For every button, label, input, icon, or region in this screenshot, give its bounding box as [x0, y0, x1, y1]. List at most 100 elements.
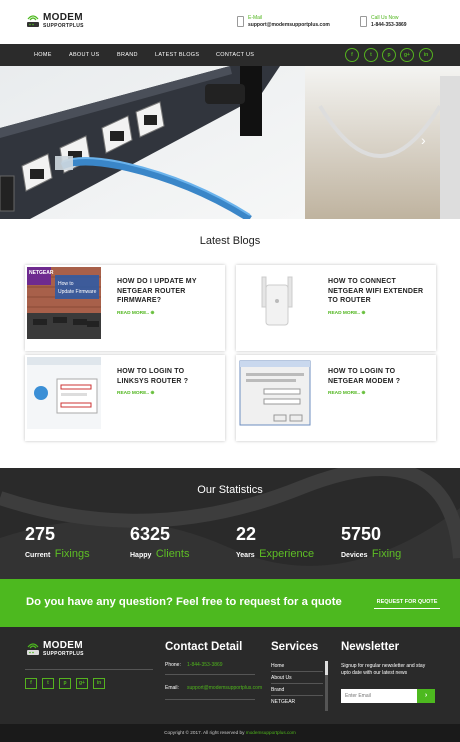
copyright-link[interactable]: modemsupportplus.com [246, 730, 296, 735]
nav-about-us[interactable]: ABOUT US [69, 52, 99, 58]
newsletter-submit-button[interactable]: › [417, 689, 435, 703]
google-plus-icon[interactable]: g+ [400, 48, 414, 62]
email-label: Email: [165, 685, 179, 691]
modem-logo-icon [27, 15, 39, 27]
header-phone[interactable]: Call Us Now 1-844-353-3869 [360, 15, 407, 29]
read-more-link[interactable]: READ MORE.. ⊕ [328, 391, 365, 396]
blog-card[interactable]: HOW TO LOGIN TO NETGEAR MODEM ? READ MOR… [236, 355, 436, 441]
svg-text:How to: How to [58, 281, 74, 287]
stat-years-experience: 22 Years Experience [236, 525, 314, 562]
stat-devices-fixing: 5750 Devices Fixing [341, 525, 401, 562]
footer-divider [271, 683, 323, 684]
blog-card[interactable]: HOW TO LOGIN TO LINKSYS ROUTER ? READ MO… [25, 355, 225, 441]
newsletter-title: Newsletter [341, 641, 400, 653]
stat-word: Years [236, 552, 255, 559]
nav-latest-blogs[interactable]: LATEST BLOGS [155, 52, 199, 58]
request-quote-button[interactable]: REQUEST FOR QUOTE [374, 596, 440, 609]
contact-detail-title: Contact Detail [165, 641, 243, 653]
stat-highlight: Fixings [54, 548, 90, 560]
service-link-netgear[interactable]: NETGEAR [271, 699, 295, 705]
stat-word: Current [25, 552, 51, 559]
stat-number: 6325 [130, 524, 171, 544]
stat-highlight: Clients [155, 548, 190, 560]
footer-email-link[interactable]: support@modemsupportplus.com [187, 685, 262, 691]
footer-divider [165, 674, 255, 675]
service-link-about-us[interactable]: About Us [271, 675, 292, 681]
stat-current-fixings: 275 Current Fixings [25, 525, 90, 562]
stat-highlight: Fixing [371, 548, 402, 560]
footer-divider [271, 671, 323, 672]
nav-contact-us[interactable]: CONTACT US [216, 52, 254, 58]
svg-text:Update Firmware: Update Firmware [58, 289, 97, 295]
stat-number: 22 [236, 524, 257, 544]
twitter-icon[interactable]: t [364, 48, 378, 62]
hero-slider[interactable]: › [0, 66, 460, 219]
linkedin-icon[interactable]: in [419, 48, 433, 62]
footer-google-plus-icon[interactable]: g+ [76, 678, 88, 689]
footer-logo-title: MODEM [43, 640, 83, 651]
footer-twitter-icon[interactable]: t [42, 678, 54, 689]
email-value: support@modemsupportplus.com [248, 22, 330, 28]
quote-banner: Do you have any question? Feel free to r… [0, 579, 460, 627]
blog-image-firmware: NETGEAR How to Update Firmware [27, 267, 101, 339]
blog-image-linksys [27, 357, 101, 429]
modem-logo-icon [27, 643, 39, 655]
services-scrollbar[interactable] [325, 661, 328, 711]
site-header: MODEM SUPPORTPLUS E-Mail support@modemsu… [0, 0, 460, 44]
newsletter-email-input[interactable] [341, 689, 417, 703]
statistics-section: Our Statistics 275 Current Fixings 6325 … [0, 468, 460, 579]
services-title: Services [271, 641, 319, 653]
service-link-brand[interactable]: Brand [271, 687, 284, 693]
logo-subtitle: SUPPORTPLUS [43, 23, 84, 29]
blog-title[interactable]: HOW DO I UPDATE MY NETGEAR ROUTER FIRMWA… [117, 277, 213, 306]
footer-phone-link[interactable]: 1-844-353-3869 [187, 662, 223, 668]
footer-divider [165, 699, 255, 700]
phone-icon [360, 16, 367, 27]
logo-title: MODEM [43, 12, 83, 23]
latest-blogs-title: Latest Blogs [199, 235, 261, 247]
stat-happy-clients: 6325 Happy Clients [130, 525, 189, 562]
site-footer: MODEM SUPPORTPLUS f t p g+ in Contact De… [0, 627, 460, 724]
blog-image-extender [238, 267, 312, 339]
blog-card[interactable]: HOW TO CONNECT NETGEAR WIFI EXTENDER TO … [236, 265, 436, 351]
header-email[interactable]: E-Mail support@modemsupportplus.com [237, 15, 330, 29]
statistics-title: Our Statistics [197, 484, 263, 496]
netgear-badge: NETGEAR [29, 270, 54, 276]
footer-logo[interactable]: MODEM SUPPORTPLUS [26, 641, 84, 657]
stat-number: 275 [25, 524, 56, 544]
quote-text: Do you have any question? Feel free to r… [26, 596, 342, 608]
footer-facebook-icon[interactable]: f [25, 678, 37, 689]
mail-icon [237, 16, 244, 27]
call-value: 1-844-353-3869 [371, 22, 407, 28]
copyright-text: Copyright © 2017. All right reserved by [164, 730, 245, 735]
footer-logo-subtitle: SUPPORTPLUS [43, 651, 84, 657]
stat-word: Happy [130, 552, 152, 559]
stat-number: 5750 [341, 524, 382, 544]
site-logo[interactable]: MODEM SUPPORTPLUS [26, 13, 84, 29]
nav-brand[interactable]: BRAND [117, 52, 138, 58]
service-link-home[interactable]: Home [271, 663, 284, 669]
main-nav: HOME ABOUT US BRAND LATEST BLOGS CONTACT… [0, 44, 460, 66]
read-more-link[interactable]: READ MORE.. ⊕ [117, 311, 154, 316]
newsletter-description: Signup for regular newsletter and stay u… [341, 663, 426, 676]
pinterest-icon[interactable]: p [382, 48, 396, 62]
stat-highlight: Experience [259, 548, 315, 560]
footer-divider [271, 695, 323, 696]
read-more-link[interactable]: READ MORE.. ⊕ [117, 391, 154, 396]
blog-title[interactable]: HOW TO LOGIN TO LINKSYS ROUTER ? [117, 367, 213, 386]
blog-title[interactable]: HOW TO LOGIN TO NETGEAR MODEM ? [328, 367, 424, 386]
footer-divider [25, 669, 153, 670]
read-more-link[interactable]: READ MORE.. ⊕ [328, 311, 365, 316]
footer-linkedin-icon[interactable]: in [93, 678, 105, 689]
copyright-bar: Copyright © 2017. All right reserved by … [0, 724, 460, 742]
facebook-icon[interactable]: f [345, 48, 359, 62]
blog-image-netgear-login [238, 357, 312, 429]
nav-home[interactable]: HOME [34, 52, 52, 58]
stat-word: Devices [341, 552, 368, 559]
hero-router-image [0, 66, 460, 219]
phone-label: Phone: [165, 662, 181, 668]
footer-pinterest-icon[interactable]: p [59, 678, 71, 689]
blog-title[interactable]: HOW TO CONNECT NETGEAR WIFI EXTENDER TO … [328, 277, 424, 306]
blog-card[interactable]: NETGEAR How to Update Firmware HOW DO I … [25, 265, 225, 351]
hero-next-arrow[interactable]: › [421, 132, 426, 148]
